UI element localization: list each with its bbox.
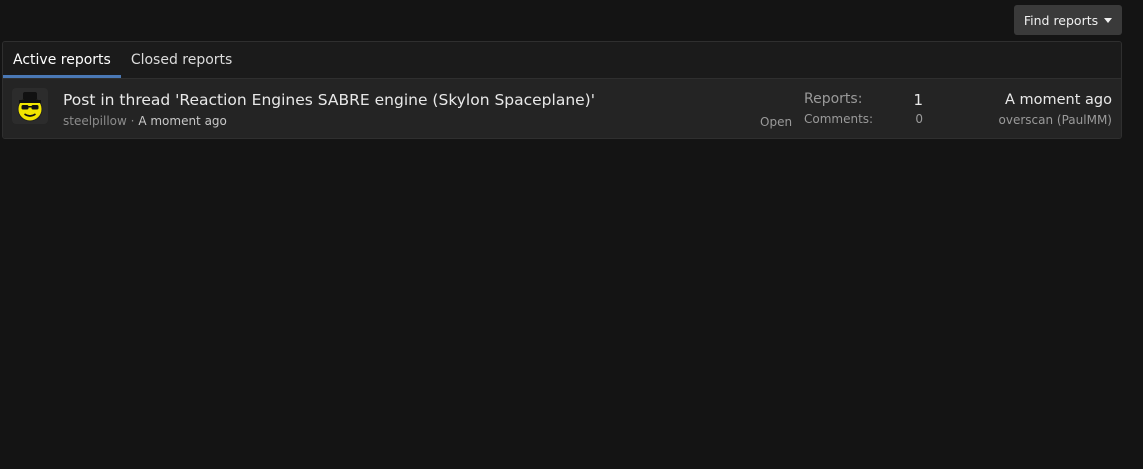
comments-count-label: Comments:	[804, 112, 874, 126]
tab-closed-reports[interactable]: Closed reports	[121, 42, 243, 78]
comments-count-value: 0	[915, 112, 923, 126]
find-reports-label: Find reports	[1023, 12, 1099, 28]
status-label: Open	[760, 115, 793, 129]
tab-active-reports-label: Active reports	[13, 52, 111, 68]
reports-count-label: Reports:	[804, 91, 863, 107]
report-row[interactable]: Post in thread 'Reaction Engines SABRE e…	[3, 79, 1121, 138]
top-bar: Find reports	[0, 0, 1143, 42]
meta-separator: ·	[130, 114, 135, 128]
report-author-link[interactable]: steelpillow	[63, 114, 127, 128]
report-meta: steelpillow · A moment ago	[63, 114, 227, 128]
spy-smiley-icon	[17, 92, 43, 122]
last-activity-user-link[interactable]: overscan (PaulMM)	[999, 113, 1112, 127]
avatar[interactable]	[12, 88, 48, 124]
last-activity-time: A moment ago	[1004, 92, 1112, 108]
caret-down-icon	[1104, 18, 1113, 23]
tab-closed-reports-label: Closed reports	[130, 52, 233, 68]
reports-count-value: 1	[913, 91, 923, 109]
report-time: A moment ago	[138, 114, 227, 128]
report-title-link[interactable]: Post in thread 'Reaction Engines SABRE e…	[63, 91, 595, 109]
tab-active-reports[interactable]: Active reports	[3, 42, 121, 78]
find-reports-button[interactable]: Find reports	[1014, 5, 1122, 35]
reports-panel: Active reports Closed reports Post in th…	[2, 41, 1122, 139]
report-tabs: Active reports Closed reports	[3, 42, 1121, 79]
